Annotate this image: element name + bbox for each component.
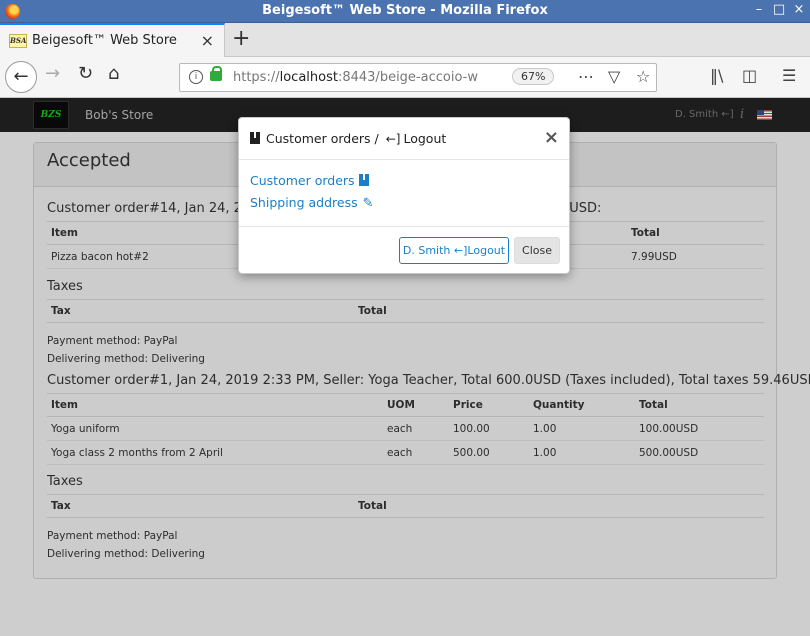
bookmark-star-icon[interactable]: ☆ xyxy=(636,67,650,86)
reload-icon[interactable]: ↻ xyxy=(78,63,93,84)
logout-button[interactable]: D. Smith ←]Logout xyxy=(399,237,509,264)
bookmark-icon xyxy=(250,132,260,144)
modal-body: Customer orders Shipping address ✎ xyxy=(239,160,569,227)
library-icon[interactable]: ‖\ xyxy=(710,66,723,85)
user-menu-modal: Customer orders / ←] Logout × Customer or… xyxy=(238,117,570,274)
tab-close-icon[interactable]: × xyxy=(201,31,214,50)
tab-strip: BSA Beigesoft™ Web Store × + xyxy=(0,23,810,57)
home-icon[interactable]: ⌂ xyxy=(108,63,119,84)
shipping-address-link[interactable]: Shipping address ✎ xyxy=(250,195,374,211)
modal-title: Customer orders / ←] Logout xyxy=(250,131,446,146)
site-info-icon[interactable]: i xyxy=(189,70,203,84)
url-text[interactable]: https://localhost:8443/beige-accoio-w xyxy=(233,70,478,85)
site-favicon-icon: BSA xyxy=(9,34,27,48)
minimize-icon[interactable]: – xyxy=(752,2,766,17)
bookmark-icon xyxy=(358,174,369,186)
window-titlebar: Beigesoft™ Web Store - Mozilla Firefox –… xyxy=(0,0,810,23)
zoom-level-badge[interactable]: 67% xyxy=(512,68,555,85)
maximize-icon[interactable]: □ xyxy=(772,2,786,17)
navigation-toolbar: ← → ↻ ⌂ i https://localhost:8443/beige-a… xyxy=(0,57,810,98)
page-actions-icon[interactable]: ⋯ xyxy=(578,67,594,86)
close-button[interactable]: Close xyxy=(514,237,560,264)
back-button[interactable]: ← xyxy=(5,61,37,93)
window-close-icon[interactable]: × xyxy=(792,2,806,17)
tab-beigesoft[interactable]: BSA Beigesoft™ Web Store × xyxy=(0,23,225,57)
window-title: Beigesoft™ Web Store - Mozilla Firefox xyxy=(262,3,548,18)
menu-icon[interactable]: ☰ xyxy=(782,66,796,85)
modal-close-icon[interactable]: × xyxy=(544,127,559,148)
lock-icon xyxy=(210,66,222,81)
logout-icon: ←] xyxy=(385,132,401,146)
customer-orders-link[interactable]: Customer orders xyxy=(250,173,369,188)
forward-button[interactable]: → xyxy=(45,63,60,84)
pocket-icon[interactable]: ▽ xyxy=(608,67,620,86)
new-tab-button[interactable]: + xyxy=(232,26,250,51)
pencil-icon: ✎ xyxy=(362,196,374,211)
modal-header: Customer orders / ←] Logout × xyxy=(239,118,569,160)
tab-title: Beigesoft™ Web Store xyxy=(32,33,177,48)
sidebar-icon[interactable]: ◫ xyxy=(742,66,757,85)
logout-icon: ←] xyxy=(453,244,468,257)
url-bar[interactable]: i https://localhost:8443/beige-accoio-w … xyxy=(179,63,657,92)
